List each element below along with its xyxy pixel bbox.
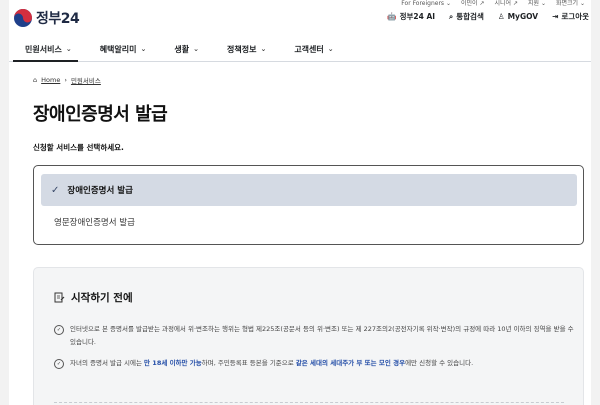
before-start-notice: 시작하기 전에 ✓ 인터넷으로 본 증명서를 발급받는 과정에서 위·변조하는 … bbox=[33, 267, 584, 405]
gnb-item-policy-info[interactable]: 정책정보 ⌄ bbox=[227, 37, 266, 61]
breadcrumb-current[interactable]: 민원서비스 bbox=[71, 75, 101, 85]
notice-text: 인터넷으로 본 증명서를 발급받는 과정에서 위·변조하는 행위는 형법 제22… bbox=[70, 325, 574, 346]
browser-viewport: For Foreigners ⌄ 이민이 ↗ 시니어 ↗ 지원 ⌄ 화면크기 ⌄… bbox=[9, 0, 591, 405]
notice-text-part: 자녀의 증명서 발급 시에는 bbox=[70, 359, 145, 367]
breadcrumb-home[interactable]: Home bbox=[41, 76, 60, 84]
notice-item: ✓ 자녀의 증명서 발급 시에는 만 18세 이하만 가능하며, 주민등록표 등… bbox=[54, 357, 574, 370]
page-instruction: 신청할 서비스를 선택하세요. bbox=[33, 143, 124, 152]
notice-heading-text: 시작하기 전에 bbox=[71, 292, 133, 304]
chevron-right-icon: › bbox=[64, 76, 67, 84]
logout-button[interactable]: ⇥ 로그아웃 bbox=[552, 11, 589, 22]
logout-label: 로그아웃 bbox=[561, 12, 589, 21]
gnb-item-life[interactable]: 생활 ⌄ bbox=[174, 37, 199, 61]
notice-text-part: 하며, 주민등록표 등본을 기준으로 bbox=[201, 359, 296, 367]
gnb-item-civil-service[interactable]: 민원서비스 ⌄ bbox=[13, 37, 78, 62]
home-icon: ⌂ bbox=[33, 76, 38, 84]
user-icon: ♙ bbox=[497, 12, 505, 21]
notice-text-part: 에만 신청할 수 있습니다. bbox=[405, 359, 474, 367]
chevron-down-icon: ⌄ bbox=[327, 45, 334, 53]
checklist-icon bbox=[54, 292, 65, 303]
check-circle-icon: ✓ bbox=[54, 359, 64, 369]
service-option-list: ✓ 장애인증명서 발급 영문장애인증명서 발급 bbox=[33, 165, 584, 245]
gnb-item-label: 생활 bbox=[174, 44, 190, 54]
header-utility-menu: 🤖 정부24 AI ⌕ 통합검색 ♙ MyGOV ⇥ 로그아웃 bbox=[387, 11, 589, 22]
gnb-item-benefit-alarm[interactable]: 혜택알리미 ⌄ bbox=[100, 37, 147, 61]
gnb-item-customer-center[interactable]: 고객센터 ⌄ bbox=[294, 37, 333, 61]
mygov-button[interactable]: ♙ MyGOV bbox=[498, 11, 538, 22]
support-menu[interactable]: 지원 ⌄ bbox=[528, 0, 546, 7]
chevron-down-icon: ⌄ bbox=[140, 45, 147, 53]
breadcrumb: ⌂ Home › 민원서비스 bbox=[33, 75, 101, 85]
screen-size-menu[interactable]: 화면크기 ⌄ bbox=[556, 0, 585, 7]
notice-text: 자녀의 증명서 발급 시에는 만 18세 이하만 가능하며, 주민등록표 등본을… bbox=[70, 357, 473, 370]
notice-highlight: 만 18세 이하만 가능 bbox=[144, 359, 202, 367]
notice-list: ✓ 인터넷으로 본 증명서를 발급받는 과정에서 위·변조하는 행위는 형법 제… bbox=[54, 323, 574, 378]
immigration-link[interactable]: 이민이 ↗ bbox=[461, 0, 485, 7]
integrated-search-button[interactable]: ⌕ 통합검색 bbox=[449, 11, 484, 22]
for-foreigners-link[interactable]: For Foreigners ⌄ bbox=[401, 0, 451, 7]
gnb-item-label: 정책정보 bbox=[226, 44, 257, 54]
gov24-ai-label: 정부24 AI bbox=[399, 12, 436, 21]
global-navigation: 민원서비스 ⌄ 혜택알리미 ⌄ 생활 ⌄ 정책정보 ⌄ 고객센터 ⌄ bbox=[9, 37, 591, 62]
gnb-item-label: 민원서비스 bbox=[25, 44, 62, 54]
option-disability-certificate[interactable]: ✓ 장애인증명서 발급 bbox=[41, 174, 577, 206]
gnb-item-label: 고객센터 bbox=[294, 44, 324, 54]
check-circle-icon: ✓ bbox=[54, 325, 64, 335]
chevron-down-icon: ⌄ bbox=[260, 45, 267, 53]
gov24-ai-button[interactable]: 🤖 정부24 AI bbox=[387, 11, 435, 22]
logout-icon: ⇥ bbox=[552, 12, 559, 21]
option-english-disability-certificate[interactable]: 영문장애인증명서 발급 bbox=[54, 216, 135, 228]
site-header: 정부24 🤖 정부24 AI ⌕ 통합검색 ♙ MyGOV ⇥ 로그아웃 bbox=[9, 7, 591, 37]
mygov-label: MyGOV bbox=[507, 12, 539, 21]
top-utility-strip: For Foreigners ⌄ 이민이 ↗ 시니어 ↗ 지원 ⌄ 화면크기 ⌄ bbox=[9, 0, 591, 7]
scrollbar[interactable] bbox=[591, 0, 600, 405]
notice-heading: 시작하기 전에 bbox=[54, 290, 133, 305]
page-title: 장애인증명서 발급 bbox=[33, 104, 168, 125]
chevron-down-icon: ⌄ bbox=[65, 45, 72, 53]
gnb-item-label: 혜택알리미 bbox=[99, 44, 137, 54]
check-icon: ✓ bbox=[51, 184, 60, 196]
senior-link[interactable]: 시니어 ↗ bbox=[495, 0, 519, 7]
option-label: 장애인증명서 발급 bbox=[67, 186, 133, 196]
divider bbox=[54, 402, 564, 403]
logo-text: 정부24 bbox=[36, 11, 80, 27]
chevron-down-icon: ⌄ bbox=[193, 45, 199, 53]
robot-icon: 🤖 bbox=[387, 12, 397, 21]
notice-item: ✓ 인터넷으로 본 증명서를 발급받는 과정에서 위·변조하는 행위는 형법 제… bbox=[54, 323, 574, 349]
integrated-search-label: 통합검색 bbox=[456, 12, 484, 21]
site-logo[interactable]: 정부24 bbox=[13, 7, 80, 29]
search-icon: ⌕ bbox=[449, 11, 454, 21]
taegeuk-logo-icon bbox=[14, 9, 32, 27]
notice-highlight: 같은 세대의 세대주가 부 또는 모인 경우 bbox=[295, 359, 406, 367]
